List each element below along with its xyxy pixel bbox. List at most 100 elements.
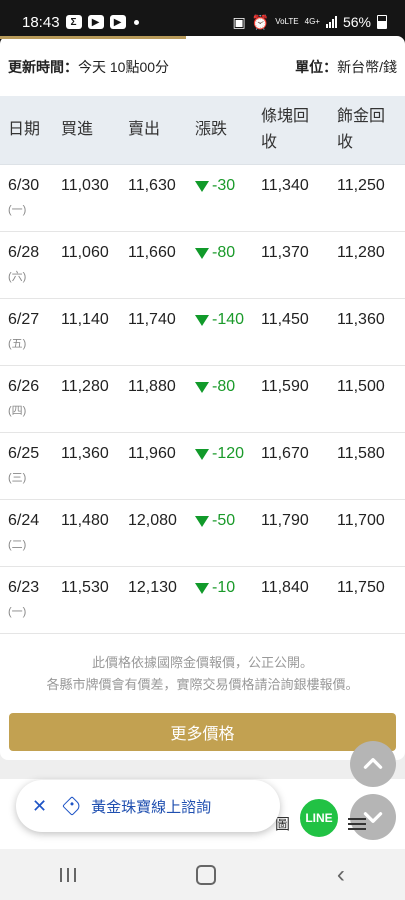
sell-cell: 11,740 <box>120 298 187 366</box>
system-nav-bar: ‹ <box>0 849 405 900</box>
date-text: 6/30 <box>8 177 40 194</box>
price-disclaimer: 此價格依據國際金價報價，公正公開。 各縣市牌價會有價差，實際交易價格請洽詢銀樓報… <box>0 652 405 696</box>
bar-recycle-cell: 11,790 <box>253 499 329 567</box>
date-text: 6/24 <box>8 512 40 529</box>
network-indicator: 4G+ <box>304 17 320 26</box>
update-time: 更新時間：今天 10點00分 <box>8 57 169 77</box>
buy-cell: 11,480 <box>53 499 120 567</box>
change-value: -50 <box>195 512 253 530</box>
battery-percent: 56% <box>342 14 371 30</box>
update-info-bar: 更新時間：今天 10點00分 單位：新台幣/錢 <box>0 56 405 78</box>
jewelry-recycle-cell: 11,580 <box>329 432 405 500</box>
change-cell: -10 <box>187 566 253 634</box>
date-cell: 6/25 (三) <box>0 432 53 500</box>
jewelry-recycle-cell: 11,250 <box>329 164 405 232</box>
change-cell: -80 <box>187 231 253 299</box>
change-value: -10 <box>195 579 253 597</box>
tag-icon <box>62 796 82 816</box>
change-text: -140 <box>212 311 245 328</box>
sell-cell: 11,630 <box>120 164 187 232</box>
change-value: -140 <box>195 311 253 329</box>
jewelry-recycle-cell: 11,280 <box>329 231 405 299</box>
jewelry-recycle-cell: 11,500 <box>329 365 405 433</box>
buy-cell: 11,280 <box>53 365 120 433</box>
date-cell: 6/30 (一) <box>0 164 53 232</box>
sell-cell: 12,130 <box>120 566 187 634</box>
weekday-text: (三) <box>8 472 27 484</box>
change-text: -30 <box>212 177 236 194</box>
table-row: 6/24 (二) 11,480 12,080 -50 11,790 11,700 <box>0 499 405 567</box>
table-row: 6/26 (四) 11,280 11,880 -80 11,590 11,500 <box>0 365 405 433</box>
change-cell: -120 <box>187 432 253 500</box>
sell-cell: 11,880 <box>120 365 187 433</box>
date-text: 6/27 <box>8 311 40 328</box>
chevron-up-icon <box>363 758 383 769</box>
sell-cell: 11,660 <box>120 231 187 299</box>
alarm-icon: ⏰ <box>251 13 270 30</box>
active-tab-indicator <box>0 36 186 39</box>
date-text: 6/26 <box>8 378 40 395</box>
volte-indicator: VoLTE <box>275 17 299 26</box>
down-triangle-icon <box>195 247 209 259</box>
change-cell: -140 <box>187 298 253 366</box>
table-row: 6/27 (五) 11,140 11,740 -140 11,450 11,360 <box>0 298 405 366</box>
jewelry-recycle-cell: 11,360 <box>329 298 405 366</box>
disclaimer-line-2: 各縣市牌價會有價差，實際交易價格請洽詢銀樓報價。 <box>46 677 359 692</box>
weekday-text: (二) <box>8 539 27 551</box>
more-prices-button[interactable]: 更多價格 <box>9 713 396 751</box>
gold-price-table: 日期 買進 賣出 漲跌 條塊回收 飾金回收 6/30 (一) 11,030 11,63… <box>0 96 405 634</box>
down-triangle-icon <box>195 381 209 393</box>
line-chat-button[interactable]: LINE <box>297 796 341 840</box>
jewelry-recycle-cell: 11,750 <box>329 566 405 634</box>
column-header-date: 日期 <box>0 96 53 165</box>
unit-label: 單位： <box>295 59 338 75</box>
more-notifications-icon <box>133 19 139 25</box>
home-icon[interactable] <box>196 864 217 885</box>
column-header-buy: 買進 <box>53 96 120 165</box>
buy-cell: 11,140 <box>53 298 120 366</box>
scroll-up-button[interactable] <box>350 741 396 787</box>
column-header-sell: 賣出 <box>120 96 187 165</box>
change-text: -80 <box>212 378 236 395</box>
menu-icon[interactable] <box>348 818 366 833</box>
consult-label: 黃金珠寶線上諮詢 <box>91 798 212 816</box>
column-header-jewelry-recycle: 飾金回收 <box>329 96 405 165</box>
table-row: 6/30 (一) 11,030 11,630 -30 11,340 11,250 <box>0 164 405 232</box>
table-header-row: 日期 買進 賣出 漲跌 條塊回收 飾金回收 <box>0 96 405 165</box>
change-text: -10 <box>212 579 236 596</box>
change-value: -80 <box>195 244 253 262</box>
back-icon[interactable]: ‹ <box>337 861 345 889</box>
date-cell: 6/23 (一) <box>0 566 53 634</box>
bar-recycle-cell: 11,450 <box>253 298 329 366</box>
down-triangle-icon <box>195 515 209 527</box>
update-time-value: 今天 10點00分 <box>78 59 170 75</box>
change-cell: -30 <box>187 164 253 232</box>
clipboard-icon: ▣ <box>232 13 246 30</box>
weekday-text: (一) <box>8 204 27 216</box>
close-icon[interactable]: ✕ <box>32 796 47 817</box>
down-triangle-icon <box>195 582 209 594</box>
date-text: 6/28 <box>8 244 40 261</box>
signal-icon <box>325 16 337 28</box>
change-text: -50 <box>212 512 236 529</box>
online-consult-chip[interactable]: ✕ 黃金珠寶線上諮詢 <box>16 780 280 832</box>
battery-icon <box>377 15 387 29</box>
scroll-down-button[interactable] <box>350 794 396 840</box>
youtube-icon: ▶ <box>109 15 126 29</box>
recents-icon[interactable] <box>60 867 77 882</box>
weekday-text: (一) <box>8 606 27 618</box>
column-header-change: 漲跌 <box>187 96 253 165</box>
weekday-text: (四) <box>8 405 27 417</box>
buy-cell: 11,060 <box>53 231 120 299</box>
table-row: 6/28 (六) 11,060 11,660 -80 11,370 11,280 <box>0 231 405 299</box>
sell-cell: 12,080 <box>120 499 187 567</box>
weekday-text: (六) <box>8 271 27 283</box>
buy-cell: 11,030 <box>53 164 120 232</box>
bar-recycle-cell: 11,840 <box>253 566 329 634</box>
bar-recycle-cell: 11,340 <box>253 164 329 232</box>
status-time: 18:43 <box>22 13 60 31</box>
down-triangle-icon <box>195 314 209 326</box>
date-text: 6/23 <box>8 579 40 596</box>
change-value: -80 <box>195 378 253 396</box>
column-header-bar-recycle: 條塊回收 <box>253 96 329 165</box>
